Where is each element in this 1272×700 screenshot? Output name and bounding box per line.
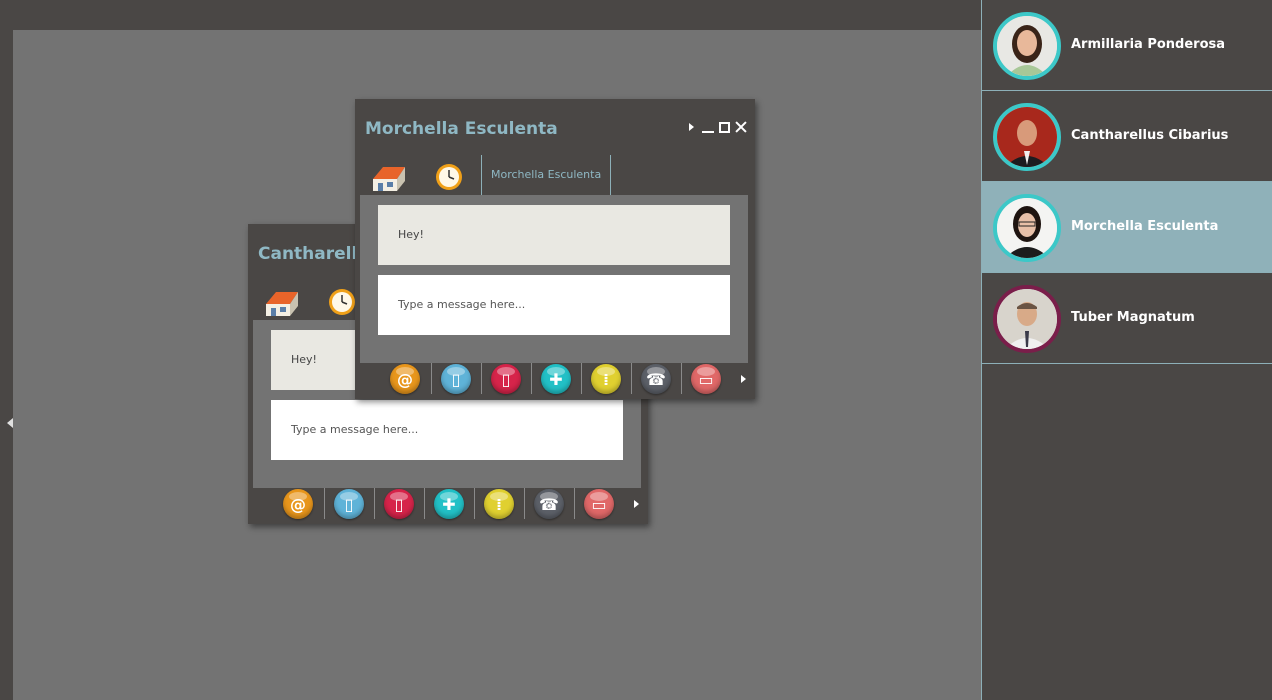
- email-icon[interactable]: @: [390, 364, 420, 394]
- chat-toolbar: @ ▯ ▯ ✚ ⁞ ☎ ▭: [248, 486, 648, 521]
- window-controls: [689, 121, 747, 133]
- audio-icon[interactable]: ⁞: [591, 364, 621, 394]
- tab-morchella-esculenta[interactable]: Morchella Esculenta: [481, 155, 612, 195]
- toolbar-more-icon[interactable]: [634, 500, 639, 508]
- contact-armillaria-ponderosa[interactable]: Armillaria Ponderosa: [982, 0, 1272, 91]
- audio-icon[interactable]: ⁞: [484, 489, 514, 519]
- phone-icon[interactable]: ☎: [534, 489, 564, 519]
- chat-body: Hey! Type a message here...: [360, 195, 748, 363]
- collapse-arrow-icon[interactable]: [7, 418, 13, 428]
- message-input[interactable]: Type a message here...: [271, 400, 623, 460]
- grid-icon[interactable]: ✚: [434, 489, 464, 519]
- chat-tabs: Morchella Esculenta: [355, 155, 755, 195]
- contact-tuber-magnatum[interactable]: Tuber Magnatum: [982, 273, 1272, 364]
- document-icon[interactable]: ▯: [334, 489, 364, 519]
- minimize-icon[interactable]: [702, 130, 714, 133]
- left-strip: [0, 30, 13, 700]
- home-icon[interactable]: [262, 284, 302, 324]
- avatar: [993, 194, 1061, 262]
- maximize-icon[interactable]: [719, 121, 730, 133]
- mobile-icon[interactable]: ▯: [491, 364, 521, 394]
- contact-name: Armillaria Ponderosa: [1071, 37, 1226, 52]
- avatar: [993, 12, 1061, 80]
- toolbar-more-icon[interactable]: [741, 375, 746, 383]
- avatar: [993, 285, 1061, 353]
- contact-name: Tuber Magnatum: [1071, 310, 1195, 325]
- tv-icon[interactable]: ▭: [584, 489, 614, 519]
- message-bubble: Hey!: [378, 205, 730, 265]
- chat-toolbar: @ ▯ ▯ ✚ ⁞ ☎ ▭: [355, 361, 755, 396]
- contacts-panel: Armillaria Ponderosa Cantharellus Cibari…: [981, 0, 1272, 700]
- mobile-icon[interactable]: ▯: [384, 489, 414, 519]
- grid-icon[interactable]: ✚: [541, 364, 571, 394]
- chat-window-morchella[interactable]: Morchella Esculenta Morchella Esculenta …: [355, 99, 755, 399]
- email-icon[interactable]: @: [283, 489, 313, 519]
- contact-cantharellus-cibarius[interactable]: Cantharellus Cibarius: [982, 91, 1272, 182]
- chat-window-title: Morchella Esculenta: [365, 119, 558, 139]
- contact-name: Morchella Esculenta: [1071, 219, 1219, 234]
- contact-morchella-esculenta[interactable]: Morchella Esculenta: [982, 182, 1272, 273]
- clock-icon[interactable]: [435, 163, 463, 195]
- message-input[interactable]: Type a message here...: [378, 275, 730, 335]
- phone-icon[interactable]: ☎: [641, 364, 671, 394]
- top-bar: [0, 0, 982, 30]
- tv-icon[interactable]: ▭: [691, 364, 721, 394]
- close-icon[interactable]: [735, 121, 747, 133]
- avatar: [993, 103, 1061, 171]
- contact-name: Cantharellus Cibarius: [1071, 128, 1229, 143]
- home-icon[interactable]: [369, 159, 409, 199]
- more-icon[interactable]: [689, 123, 694, 131]
- clock-icon[interactable]: [328, 288, 356, 320]
- document-icon[interactable]: ▯: [441, 364, 471, 394]
